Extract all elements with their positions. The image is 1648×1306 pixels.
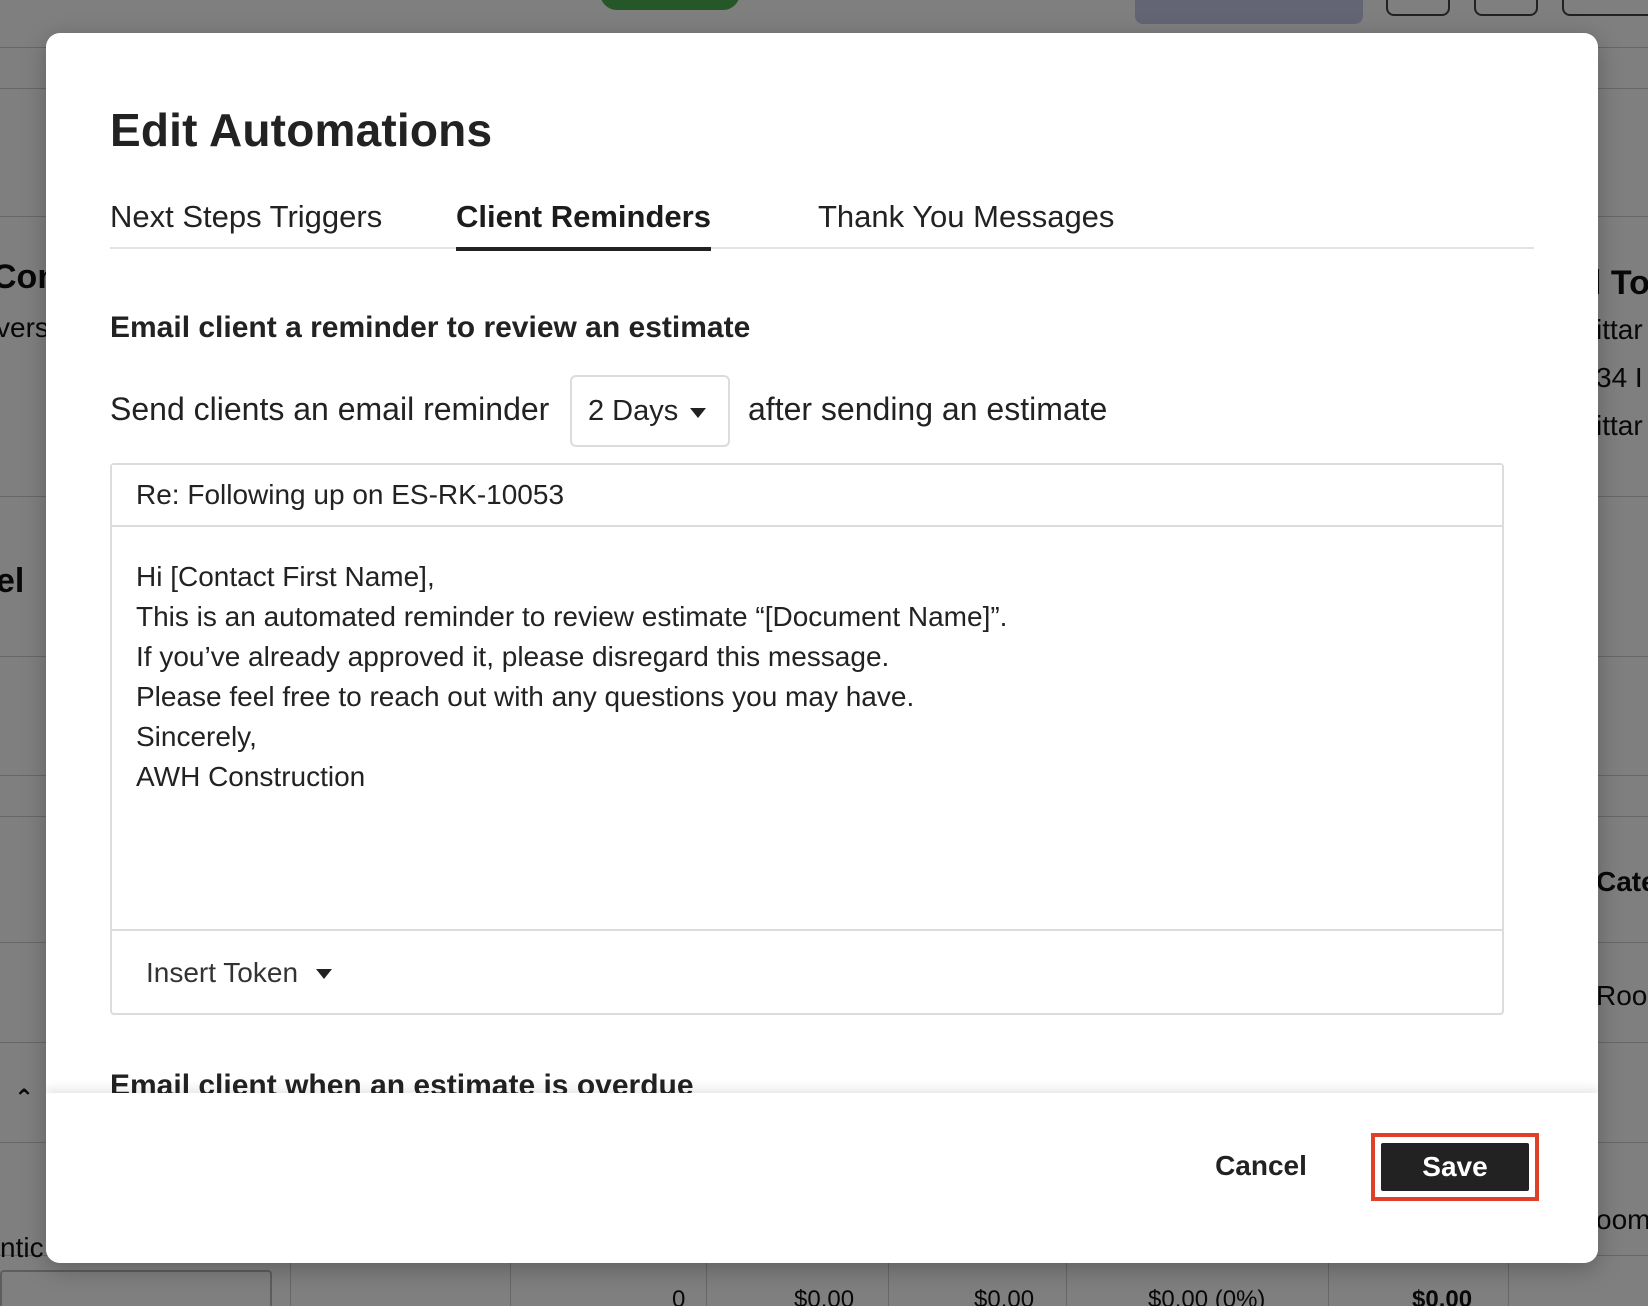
- tab-client-reminders[interactable]: Client Reminders: [456, 199, 711, 251]
- email-subject-input[interactable]: [112, 465, 1502, 527]
- editor-toolbar: Insert Token: [112, 929, 1502, 1013]
- email-editor: Hi [Contact First Name], This is an auto…: [110, 463, 1504, 1015]
- save-button-highlight: Save: [1371, 1133, 1539, 1201]
- email-body-line: AWH Construction: [136, 761, 366, 792]
- section-heading-review-reminder: Email client a reminder to review an est…: [110, 311, 751, 344]
- email-body-line: Please feel free to reach out with any q…: [136, 681, 915, 712]
- insert-token-label: Insert Token: [146, 957, 299, 988]
- cancel-button[interactable]: Cancel: [1196, 1141, 1326, 1191]
- email-body-line: Sincerely,: [136, 721, 257, 752]
- save-button[interactable]: Save: [1381, 1143, 1529, 1191]
- caret-down-icon: [690, 408, 706, 418]
- delay-days-select[interactable]: 2 Days: [570, 375, 730, 447]
- reminder-delay-row: Send clients an email reminder 2 Days af…: [110, 375, 1310, 447]
- email-body-textarea[interactable]: Hi [Contact First Name], This is an auto…: [112, 529, 1502, 929]
- tab-bar: Next Steps Triggers Client Reminders Tha…: [110, 199, 1534, 251]
- reminder-suffix-text: after sending an estimate: [748, 391, 1108, 427]
- email-body-line: Hi [Contact First Name],: [136, 561, 435, 592]
- caret-down-icon: [316, 969, 332, 979]
- tab-thank-you-messages[interactable]: Thank You Messages: [818, 199, 1114, 249]
- reminder-prefix-text: Send clients an email reminder: [110, 391, 550, 427]
- delay-days-value: 2 Days: [588, 395, 679, 427]
- edit-automations-modal: Edit Automations Next Steps Triggers Cli…: [46, 33, 1598, 1263]
- modal-footer: Cancel Save: [46, 1093, 1598, 1263]
- email-body-line: This is an automated reminder to review …: [136, 601, 1008, 632]
- modal-title: Edit Automations: [110, 104, 493, 156]
- insert-token-dropdown[interactable]: Insert Token: [146, 953, 346, 993]
- tab-next-steps-triggers[interactable]: Next Steps Triggers: [110, 199, 382, 249]
- email-body-line: If you’ve already approved it, please di…: [136, 641, 890, 672]
